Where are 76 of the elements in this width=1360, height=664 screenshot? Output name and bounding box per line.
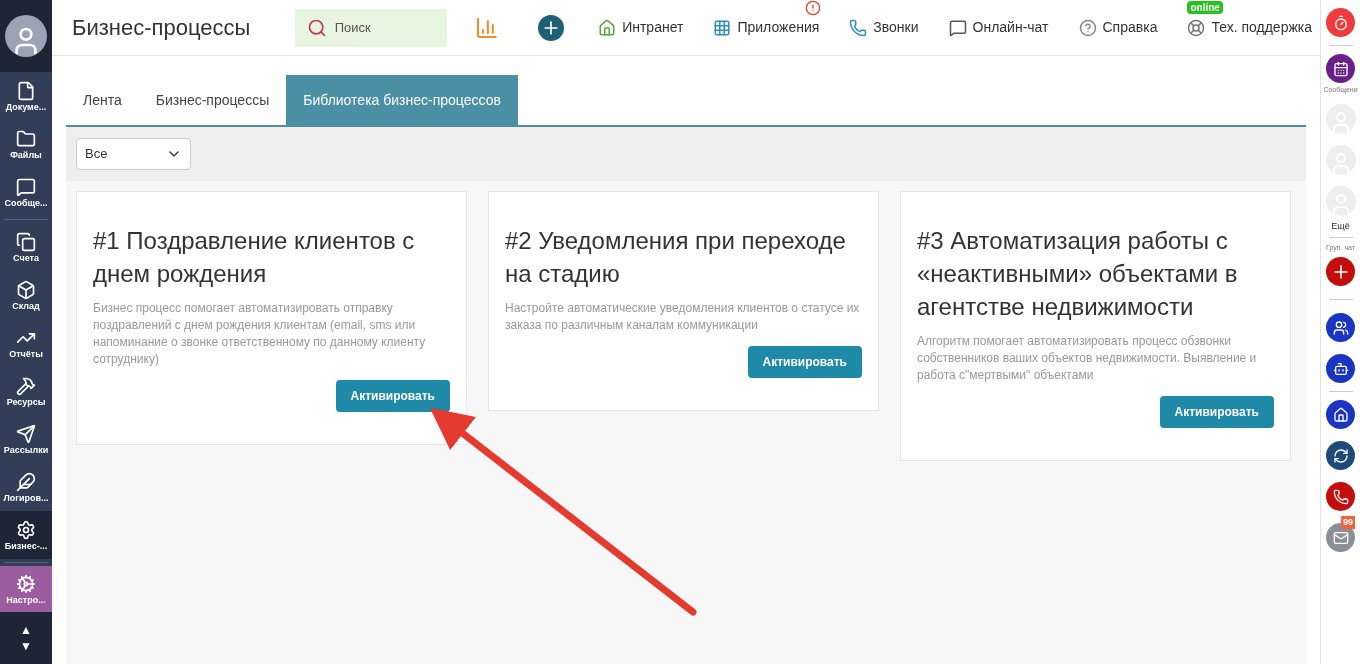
mail-icon xyxy=(1332,529,1349,546)
chat-icon xyxy=(16,176,36,197)
add-button[interactable] xyxy=(538,14,565,41)
cube-icon xyxy=(16,279,36,300)
sidebar-item[interactable]: Сообще... xyxy=(0,168,52,216)
chat-icon xyxy=(948,18,967,37)
nav-link[interactable]: Онлайн-чат xyxy=(948,17,1049,38)
card-title: #2 Уведомления при переходе на стадию xyxy=(505,226,847,289)
sidebar-item[interactable]: Файлы xyxy=(0,120,52,168)
scroll-up-button[interactable]: ▲ xyxy=(20,622,32,638)
folder-icon xyxy=(16,128,36,149)
users-icon xyxy=(1332,319,1349,336)
card-description: Настройте автоматические уведомления клиентов о статусе их заказа по различным каналам коммуникации xyxy=(505,300,861,334)
nav-link[interactable]: Интранет xyxy=(598,17,684,38)
sidebar-item[interactable]: Ресурсы xyxy=(0,367,52,415)
nav-label: Интранет xyxy=(622,18,684,37)
phone-icon xyxy=(849,18,868,37)
feather-icon xyxy=(16,471,36,492)
sidebar-item[interactable]: Склад xyxy=(0,271,52,319)
pages-icon xyxy=(16,231,36,252)
hammer-icon xyxy=(16,375,36,396)
sidebar-item[interactable]: Рассылки xyxy=(0,415,52,463)
home-button[interactable] xyxy=(1326,400,1355,429)
settings-icon xyxy=(16,519,36,540)
nav-label: Онлайн-чат xyxy=(972,18,1049,37)
search-icon xyxy=(306,17,327,38)
activate-button[interactable]: Активировать xyxy=(335,380,450,412)
calendar-button[interactable] xyxy=(1326,54,1355,83)
home-icon xyxy=(1332,406,1349,423)
card-title: #3 Автоматизация работы с «неактивными» объектами в агентстве недвижимости xyxy=(917,226,1239,322)
card-title: #1 Поздравление клиентов с днем рождения xyxy=(93,226,416,289)
home-icon xyxy=(598,18,617,37)
nav-label: Приложения xyxy=(737,18,820,37)
phone-button[interactable] xyxy=(1326,482,1355,511)
card-description: Бизнес процесс помогает автоматизировать отправку поздравлений с днем рождения клиентам (email, sms или напоминание о звонке ответственному по данному клиенту сотруднику) xyxy=(93,300,427,368)
mail-count-badge: 99 xyxy=(1341,516,1355,529)
refresh-icon xyxy=(1332,447,1349,464)
robot-button[interactable] xyxy=(1326,354,1355,383)
filter-dropdown[interactable]: Все xyxy=(76,138,191,170)
stopwatch-button[interactable] xyxy=(1326,8,1355,37)
scroll-down-button[interactable]: ▼ xyxy=(20,638,32,654)
tab[interactable]: Библиотека бизнес-процессов xyxy=(286,75,518,125)
help-icon xyxy=(1078,18,1097,37)
paper-plane-icon xyxy=(16,423,36,444)
activate-button[interactable]: Активировать xyxy=(1159,396,1274,428)
activate-button[interactable]: Активировать xyxy=(747,346,862,378)
online-badge: online xyxy=(1187,1,1223,14)
calendar-icon xyxy=(1332,60,1349,77)
nav-link[interactable]: Приложения xyxy=(713,17,820,38)
sidebar-item[interactable]: Настро... xyxy=(0,566,52,612)
lifebuoy-icon xyxy=(1187,18,1206,37)
document-icon xyxy=(16,80,36,101)
sidebar-item[interactable]: Докуме... xyxy=(0,72,52,120)
search-field[interactable]: Поиск xyxy=(294,8,447,47)
tab[interactable]: Лента xyxy=(66,75,139,125)
grid-icon xyxy=(713,18,732,37)
mail-button[interactable] xyxy=(1326,523,1355,552)
tab[interactable]: Бизнес-процессы xyxy=(138,75,287,125)
nav-label: Справка xyxy=(1102,18,1158,37)
nav-link[interactable]: Звонки xyxy=(849,17,919,38)
users-button[interactable] xyxy=(1326,313,1355,342)
phone-icon xyxy=(1332,488,1349,505)
avatar[interactable] xyxy=(5,15,47,57)
page-title: Бизнес-процессы xyxy=(72,14,252,42)
sidebar-item[interactable]: Счета xyxy=(0,223,52,271)
sidebar-item[interactable]: Отчёты xyxy=(0,319,52,367)
robot-icon xyxy=(1332,360,1349,377)
sidebar-item[interactable]: Бизнес-... xyxy=(0,511,52,559)
more-link[interactable]: Ещё xyxy=(1331,222,1350,231)
card-description: Алгоритм помогает автоматизировать процесс обзвонки собственников ваших объектов недвижимости. Выявление и работа с"мертвыми" объектами xyxy=(917,333,1258,384)
nav-label: Тех. поддержка xyxy=(1211,18,1312,37)
sidebar-item[interactable]: Логиров... xyxy=(0,463,52,511)
nav-link[interactable]: Справка xyxy=(1078,17,1158,38)
nav-label: Звонки xyxy=(873,18,919,37)
stopwatch-icon xyxy=(1332,14,1349,31)
add-chat-button[interactable] xyxy=(1326,257,1355,286)
